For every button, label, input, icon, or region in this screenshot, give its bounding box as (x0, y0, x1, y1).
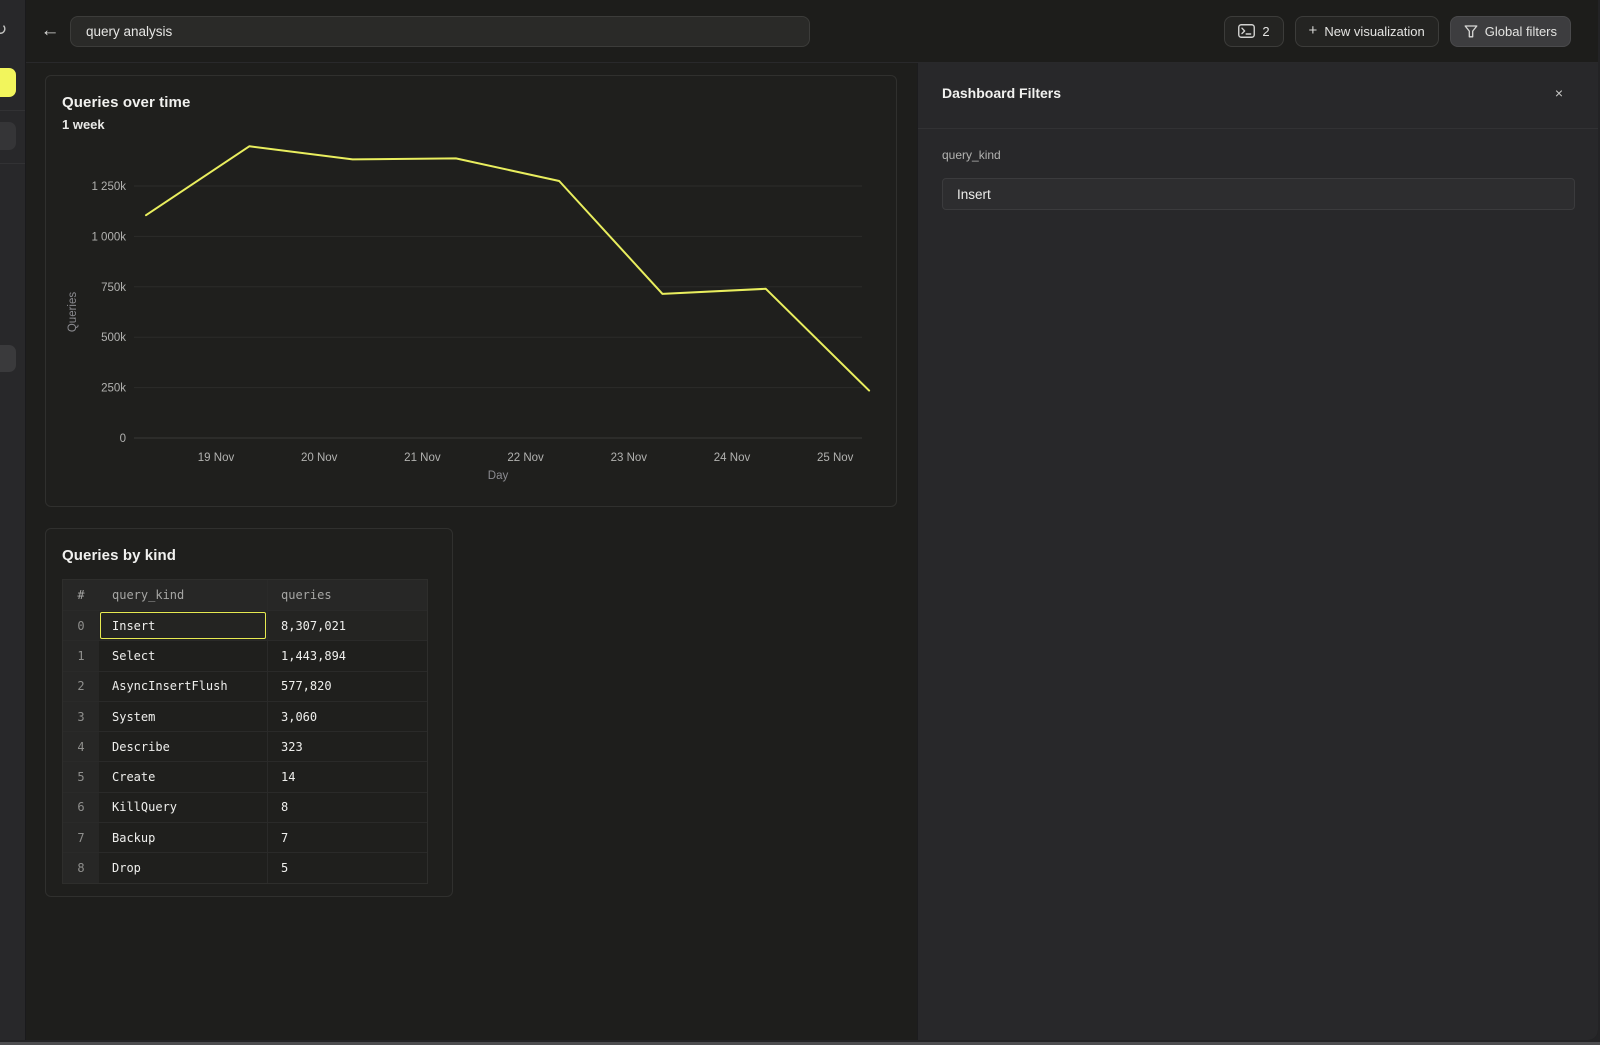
queries-by-kind-card: Queries by kind # query_kind queries 0In… (45, 528, 453, 897)
chart-subtitle: 1 week (62, 117, 105, 132)
x-tick-label: 22 Nov (507, 452, 544, 464)
new-visualization-button[interactable]: + New visualization (1295, 16, 1439, 47)
query-kind-cell[interactable]: KillQuery (99, 793, 267, 822)
x-tick-label: 23 Nov (611, 452, 648, 464)
x-tick-label: 24 Nov (714, 452, 751, 464)
query-kind-column-header: query_kind (99, 580, 267, 610)
history-icon[interactable]: ↻ (0, 20, 7, 40)
queries-cell[interactable]: 577,820 (267, 672, 427, 701)
chart-title: Queries over time (62, 94, 190, 111)
table-row: 1Select1,443,894 (63, 640, 427, 670)
queries-table-body: 0Insert8,307,0211Select1,443,8942AsyncIn… (63, 610, 427, 883)
row-index-cell: 3 (63, 702, 99, 731)
topbar-actions: 2 + New visualization Global filters (1224, 16, 1571, 47)
y-axis-label: Queries (67, 292, 79, 333)
table-row: 8Drop5 (63, 852, 427, 882)
index-column-header: # (63, 580, 99, 610)
table-row: 5Create14 (63, 761, 427, 791)
query-kind-cell[interactable]: Drop (99, 853, 267, 882)
global-filters-button[interactable]: Global filters (1450, 16, 1571, 47)
table-row: 7Backup7 (63, 822, 427, 852)
row-index-cell: 2 (63, 672, 99, 701)
table-row: 4Describe323 (63, 731, 427, 761)
y-tick-label: 0 (120, 433, 126, 445)
back-arrow-button[interactable]: ← (39, 20, 61, 42)
query-kind-cell[interactable]: Insert (99, 611, 267, 640)
queries-cell[interactable]: 5 (267, 853, 427, 882)
query-kind-cell[interactable]: Describe (99, 732, 267, 761)
left-sidebar: ↻ (0, 0, 26, 1040)
sidebar-divider (0, 163, 26, 164)
dashboard-filters-panel: Dashboard Filters × query_kind (917, 63, 1598, 1040)
sidebar-item-2[interactable] (0, 122, 16, 150)
query-kind-cell[interactable]: AsyncInsertFlush (99, 672, 267, 701)
app-window: ← 2 + New visualization (0, 0, 1598, 1040)
row-index-cell: 8 (63, 853, 99, 882)
table-row: 3System3,060 (63, 701, 427, 731)
table-row: 6KillQuery8 (63, 792, 427, 822)
terminal-icon (1238, 24, 1255, 38)
tab-count-label: 2 (1262, 24, 1269, 39)
y-tick-label: 500k (101, 332, 126, 344)
console-tabs-button[interactable]: 2 (1224, 16, 1283, 47)
table-row: 2AsyncInsertFlush577,820 (63, 671, 427, 701)
queries-cell[interactable]: 1,443,894 (267, 641, 427, 670)
x-tick-label: 21 Nov (404, 452, 441, 464)
table-header-row: # query_kind queries (63, 580, 427, 610)
table-row: 0Insert8,307,021 (63, 610, 427, 640)
plus-icon: + (1309, 22, 1318, 39)
row-index-cell: 4 (63, 732, 99, 761)
x-tick-label: 20 Nov (301, 452, 338, 464)
query-kind-cell[interactable]: System (99, 702, 267, 731)
sidebar-item-active-dashboard[interactable] (0, 68, 16, 97)
sidebar-item-3[interactable] (0, 345, 16, 372)
query-kind-cell[interactable]: Create (99, 762, 267, 791)
row-index-cell: 0 (63, 611, 99, 640)
table-title: Queries by kind (62, 547, 176, 564)
queries-cell[interactable]: 7 (267, 823, 427, 852)
queries-line-chart[interactable]: 0 250k 500k 750k 1 000k 1 250k 19 Nov 20 Nov 21 … (46, 134, 898, 502)
query-kind-filter-input[interactable] (942, 178, 1575, 210)
queries-table: # query_kind queries 0Insert8,307,0211Se… (62, 579, 428, 884)
x-axis-label: Day (488, 470, 509, 482)
close-icon[interactable]: × (1550, 84, 1568, 102)
queries-cell[interactable]: 8,307,021 (267, 611, 427, 640)
filters-panel-title: Dashboard Filters (942, 85, 1061, 101)
query-kind-cell[interactable]: Select (99, 641, 267, 670)
queries-column-header: queries (267, 580, 427, 610)
row-index-cell: 5 (63, 762, 99, 791)
top-bar: ← 2 + New visualization (26, 0, 1598, 63)
sidebar-divider (0, 110, 26, 111)
y-tick-label: 750k (101, 282, 126, 294)
y-tick-label: 1 000k (91, 231, 126, 243)
x-tick-label: 19 Nov (198, 452, 235, 464)
y-tick-label: 1 250k (91, 181, 126, 193)
queries-cell[interactable]: 8 (267, 793, 427, 822)
y-tick-label: 250k (101, 383, 126, 395)
dashboard-title-input[interactable] (70, 16, 810, 47)
query-kind-cell[interactable]: Backup (99, 823, 267, 852)
queries-line-series (146, 146, 869, 390)
queries-cell[interactable]: 14 (267, 762, 427, 791)
queries-cell[interactable]: 323 (267, 732, 427, 761)
global-filters-label: Global filters (1485, 24, 1557, 39)
panel-divider (918, 128, 1598, 129)
query-kind-filter-label: query_kind (942, 148, 1001, 162)
queries-cell[interactable]: 3,060 (267, 702, 427, 731)
row-index-cell: 7 (63, 823, 99, 852)
queries-over-time-card: Queries over time 1 week 0 250k 500k 750k 1 … (45, 75, 897, 507)
new-visualization-label: New visualization (1324, 24, 1424, 39)
row-index-cell: 1 (63, 641, 99, 670)
funnel-icon (1464, 25, 1478, 38)
row-index-cell: 6 (63, 793, 99, 822)
x-tick-label: 25 Nov (817, 452, 854, 464)
